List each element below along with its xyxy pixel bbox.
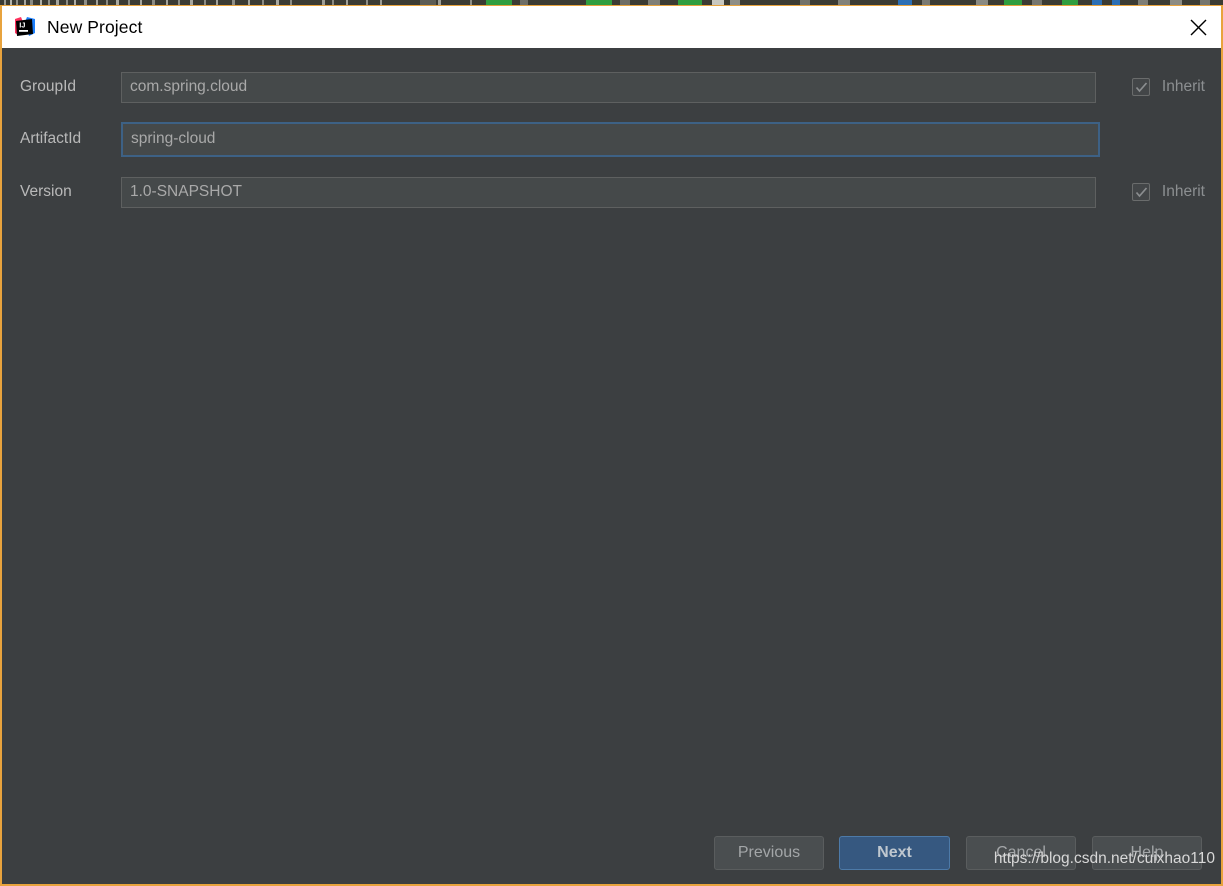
inherit-groupid-label: Inherit xyxy=(1161,78,1205,95)
version-input[interactable] xyxy=(121,176,1096,208)
artifactid-label: ArtifactId xyxy=(20,130,82,147)
inherit-groupid-checkbox-cell[interactable]: Inherit xyxy=(1131,75,1205,99)
dialog-button-bar: Previous Next Cancel Help xyxy=(2,836,1221,872)
inherit-version-label: Inherit xyxy=(1161,183,1205,200)
artifactid-input[interactable] xyxy=(121,121,1100,157)
new-project-dialog: IJ New Project GroupId Inherit xyxy=(0,5,1223,886)
version-label: Version xyxy=(20,183,72,200)
dialog-title: New Project xyxy=(47,16,143,37)
svg-text:IJ: IJ xyxy=(19,20,25,29)
checkmark-icon[interactable] xyxy=(1131,78,1150,96)
form-row-groupid: GroupId xyxy=(2,69,1221,105)
groupid-input[interactable] xyxy=(121,71,1096,103)
inherit-version-checkbox-cell[interactable]: Inherit xyxy=(1131,180,1205,204)
form-row-version: Version xyxy=(2,174,1221,210)
help-button[interactable]: Help xyxy=(1092,836,1202,870)
groupid-label: GroupId xyxy=(20,78,77,95)
next-button[interactable]: Next xyxy=(839,836,950,870)
checkmark-icon[interactable] xyxy=(1131,183,1150,201)
form-row-artifactid: ArtifactId xyxy=(2,121,1221,157)
dialog-content-panel: GroupId Inherit ArtifactId Version xyxy=(2,48,1221,884)
cancel-button[interactable]: Cancel xyxy=(966,836,1076,870)
previous-button[interactable]: Previous xyxy=(714,836,824,870)
close-icon[interactable] xyxy=(1175,6,1221,48)
dialog-titlebar: IJ New Project xyxy=(2,6,1221,48)
intellij-idea-logo-icon: IJ xyxy=(14,16,36,38)
